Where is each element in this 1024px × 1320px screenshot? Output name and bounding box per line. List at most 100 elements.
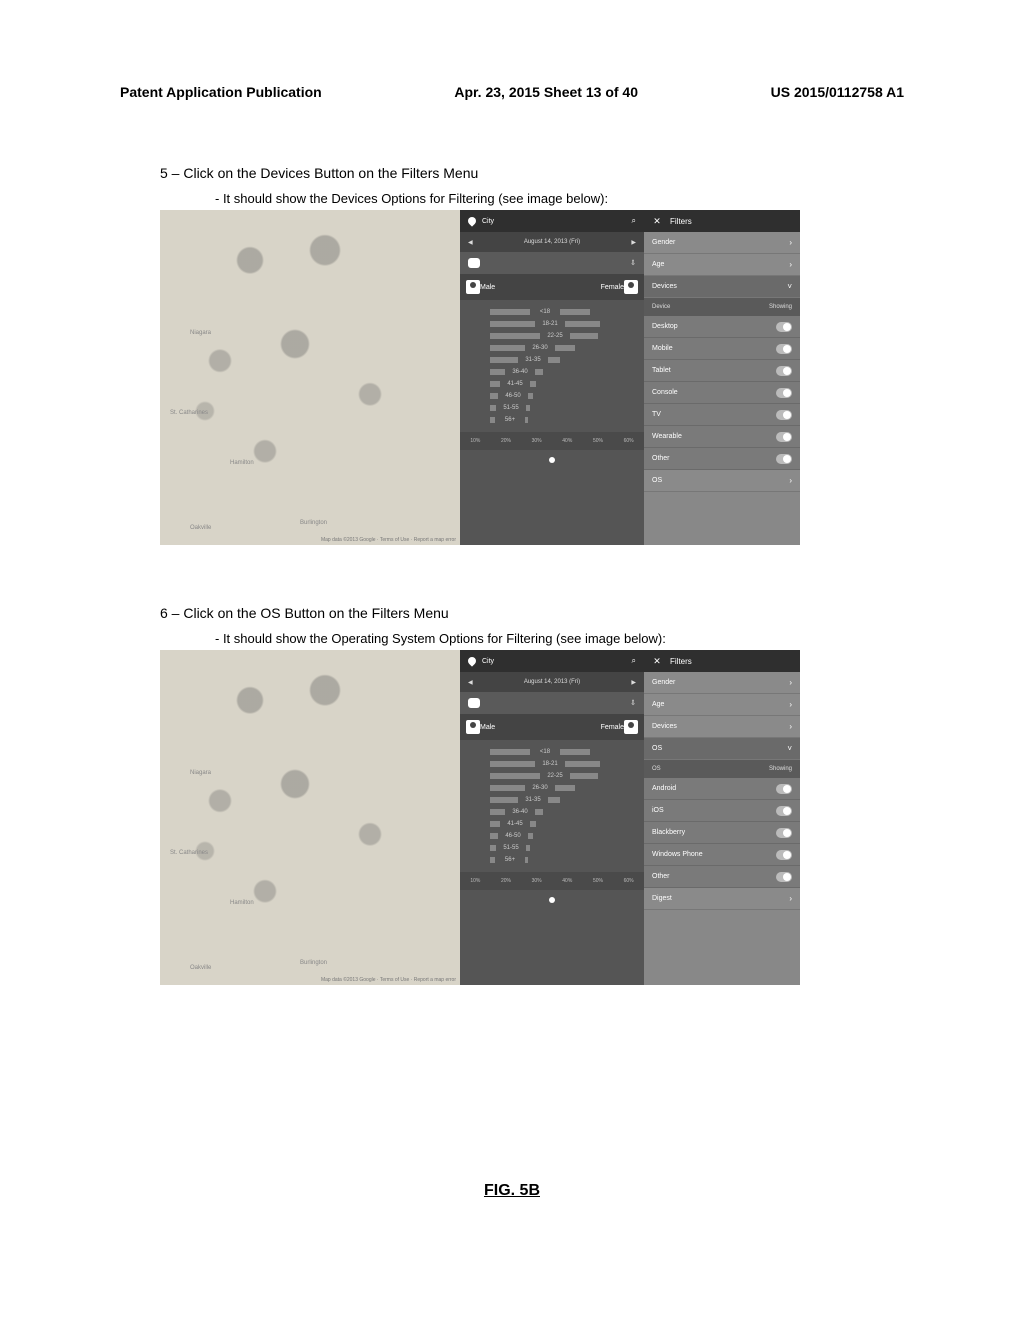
toggle-icon[interactable] bbox=[776, 344, 792, 354]
gender-row: Male Female bbox=[460, 274, 644, 300]
pct-row: 10%20%30%40%50%60% bbox=[460, 872, 644, 890]
option-row[interactable]: Mobile bbox=[644, 338, 800, 360]
female-bar bbox=[535, 809, 543, 815]
right-panel: ✕ Filters Gender › Age › Devices › OS ˅ … bbox=[644, 650, 800, 985]
toggle-icon[interactable] bbox=[776, 366, 792, 376]
option-row[interactable]: Windows Phone bbox=[644, 844, 800, 866]
chat-icon[interactable] bbox=[468, 698, 480, 708]
option-row[interactable]: iOS bbox=[644, 800, 800, 822]
toggle-icon[interactable] bbox=[776, 432, 792, 442]
map-location-label: St. Catharines bbox=[170, 410, 208, 416]
female-bar bbox=[555, 345, 575, 351]
pin-icon bbox=[466, 655, 477, 666]
filter-row-age[interactable]: Age › bbox=[644, 254, 800, 276]
step-block: 6 – Click on the OS Button on the Filter… bbox=[160, 605, 874, 985]
option-row[interactable]: Blackberry bbox=[644, 822, 800, 844]
chevron-down-icon: › bbox=[789, 722, 792, 731]
prev-arrow-icon[interactable]: ◀ bbox=[468, 679, 473, 686]
toggle-icon[interactable] bbox=[776, 784, 792, 794]
map-location-label: Burlington bbox=[300, 520, 327, 526]
option-row[interactable]: TV bbox=[644, 404, 800, 426]
pct-label: 10% bbox=[470, 878, 480, 884]
female-label: Female bbox=[601, 284, 624, 291]
female-bar bbox=[530, 821, 536, 827]
male-bar bbox=[490, 369, 505, 375]
male-bar bbox=[490, 797, 518, 803]
age-row: 51-55 bbox=[490, 842, 634, 854]
map-area[interactable]: OakvilleBurlingtonHamiltonSt. Catharines… bbox=[160, 210, 460, 545]
male-icon[interactable] bbox=[466, 720, 480, 734]
map-area[interactable]: OakvilleBurlingtonHamiltonSt. Catharines… bbox=[160, 650, 460, 985]
age-range-label: 26-30 bbox=[529, 345, 551, 351]
filter-row-gender[interactable]: Gender › bbox=[644, 232, 800, 254]
age-range-label: 41-45 bbox=[504, 381, 526, 387]
male-bar bbox=[490, 761, 535, 767]
close-icon[interactable]: ✕ bbox=[652, 656, 662, 666]
search-icon[interactable]: ⌕ bbox=[632, 656, 636, 666]
filter-row-gender[interactable]: Gender › bbox=[644, 672, 800, 694]
next-arrow-icon[interactable]: ▶ bbox=[631, 679, 636, 686]
male-bar bbox=[490, 785, 525, 791]
search-icon[interactable]: ⌕ bbox=[632, 216, 636, 226]
male-bar bbox=[490, 321, 535, 327]
toggle-icon[interactable] bbox=[776, 322, 792, 332]
toggle-icon[interactable] bbox=[776, 388, 792, 398]
age-range-label: 56+ bbox=[499, 417, 521, 423]
female-bar bbox=[526, 845, 530, 851]
toggle-icon[interactable] bbox=[776, 872, 792, 882]
toggle-icon[interactable] bbox=[776, 806, 792, 816]
toggle-icon[interactable] bbox=[776, 850, 792, 860]
toggle-icon[interactable] bbox=[776, 828, 792, 838]
toggle-icon[interactable] bbox=[776, 454, 792, 464]
step-title: 5 – Click on the Devices Button on the F… bbox=[160, 165, 874, 181]
option-row[interactable]: Other bbox=[644, 448, 800, 470]
filter-row-devices[interactable]: Devices › bbox=[644, 716, 800, 738]
prev-arrow-icon[interactable]: ◀ bbox=[468, 239, 473, 246]
age-row: 36-40 bbox=[490, 806, 634, 818]
chat-icon[interactable] bbox=[468, 258, 480, 268]
male-bar bbox=[490, 809, 505, 815]
age-range-label: 31-35 bbox=[522, 357, 544, 363]
download-icon[interactable]: ⇩ bbox=[630, 259, 636, 267]
female-icon[interactable] bbox=[624, 720, 638, 734]
figure-label: FIG. 5B bbox=[0, 1182, 1024, 1200]
male-icon[interactable] bbox=[466, 280, 480, 294]
option-label: Other bbox=[652, 873, 670, 880]
filter-label: Digest bbox=[652, 895, 672, 902]
filter-row-devices[interactable]: Devices ˅ bbox=[644, 276, 800, 298]
filter-row-digest[interactable]: Digest › bbox=[644, 888, 800, 910]
age-row: 18-21 bbox=[490, 758, 634, 770]
age-row: 51-55 bbox=[490, 402, 634, 414]
next-arrow-icon[interactable]: ▶ bbox=[631, 239, 636, 246]
female-bar bbox=[525, 857, 528, 863]
age-range-label: 46-50 bbox=[502, 833, 524, 839]
toggle-icon[interactable] bbox=[776, 410, 792, 420]
option-label: Wearable bbox=[652, 433, 682, 440]
sub-header-left: OS bbox=[644, 760, 722, 778]
close-icon[interactable]: ✕ bbox=[652, 216, 662, 226]
option-row[interactable]: Other bbox=[644, 866, 800, 888]
right-panel: ✕ Filters Gender › Age › Devices ˅ Devic… bbox=[644, 210, 800, 545]
option-row[interactable]: Wearable bbox=[644, 426, 800, 448]
male-bar bbox=[490, 405, 496, 411]
chevron-down-icon: ˅ bbox=[787, 744, 792, 753]
option-row[interactable]: Desktop bbox=[644, 316, 800, 338]
page-dot-icon[interactable] bbox=[549, 457, 555, 463]
map-location-label: Hamilton bbox=[230, 900, 254, 906]
option-label: Desktop bbox=[652, 323, 678, 330]
option-label: Android bbox=[652, 785, 676, 792]
option-row[interactable]: Console bbox=[644, 382, 800, 404]
option-row[interactable]: Tablet bbox=[644, 360, 800, 382]
age-range-label: 18-21 bbox=[539, 761, 561, 767]
page-dot-icon[interactable] bbox=[549, 897, 555, 903]
pct-label: 40% bbox=[562, 878, 572, 884]
filter-row-age[interactable]: Age › bbox=[644, 694, 800, 716]
filter-row-os[interactable]: OS › bbox=[644, 470, 800, 492]
option-label: Mobile bbox=[652, 345, 673, 352]
female-icon[interactable] bbox=[624, 280, 638, 294]
dot-row bbox=[460, 450, 644, 470]
download-icon[interactable]: ⇩ bbox=[630, 699, 636, 707]
step-block: 5 – Click on the Devices Button on the F… bbox=[160, 165, 874, 545]
option-row[interactable]: Android bbox=[644, 778, 800, 800]
filter-row-os[interactable]: OS ˅ bbox=[644, 738, 800, 760]
